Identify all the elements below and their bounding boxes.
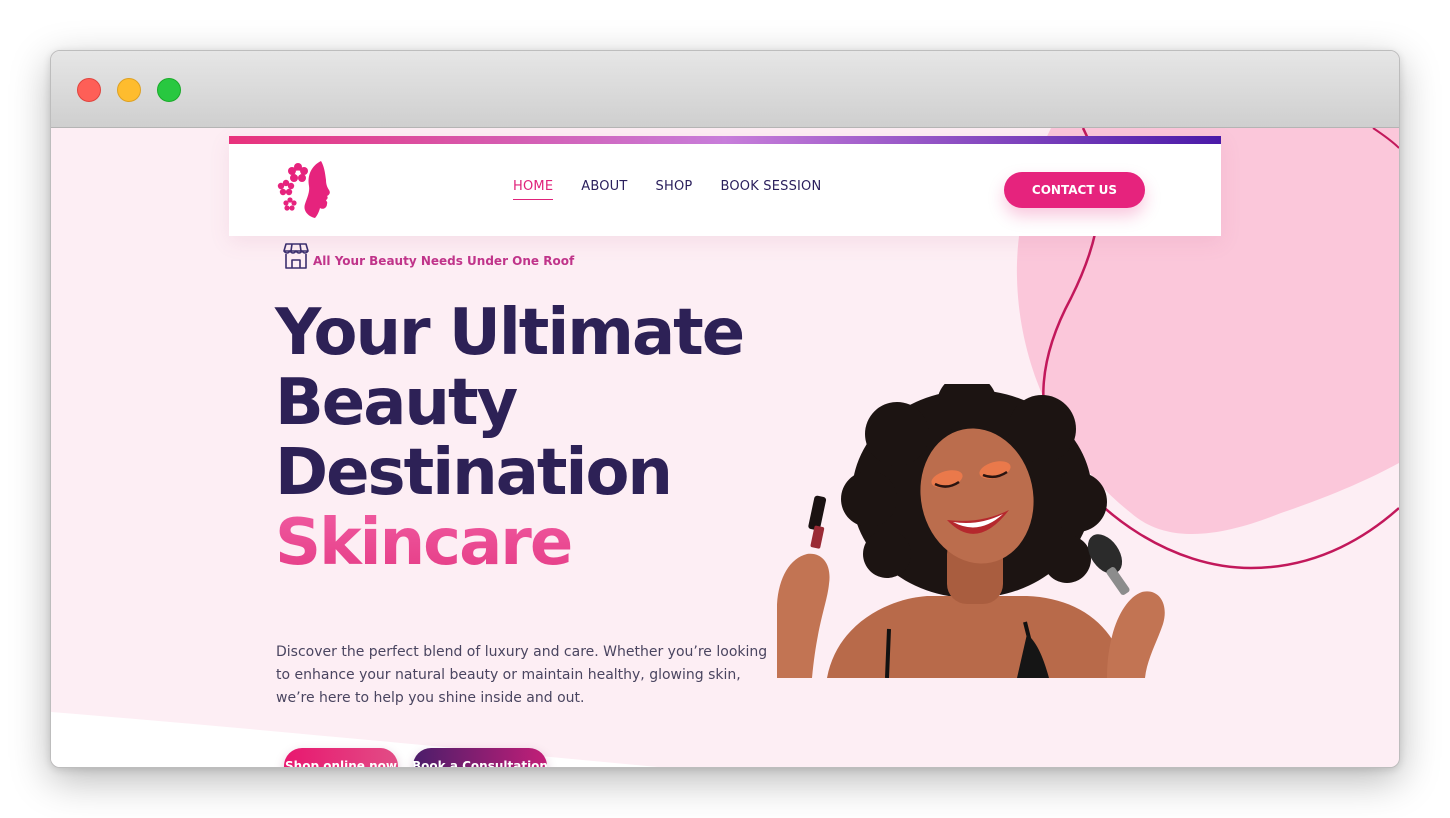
window-titlebar — [51, 51, 1399, 128]
flower-face-logo-icon[interactable] — [277, 158, 333, 220]
logo-face-profile — [304, 161, 330, 218]
logo-flower-middle — [277, 179, 295, 196]
browser-window: HOME ABOUT SHOP BOOK SESSION CONTACT US … — [50, 50, 1400, 768]
storefront-icon — [283, 243, 309, 269]
main-navigation: HOME ABOUT SHOP BOOK SESSION — [513, 179, 821, 200]
hero-description: Discover the perfect blend of luxury and… — [276, 644, 768, 706]
book-consultation-button[interactable]: Book a Consultation — [412, 748, 548, 767]
hero-tagline: All Your Beauty Needs Under One Roof — [283, 242, 574, 270]
woman-with-makeup-brushes-photo — [777, 384, 1165, 678]
contact-us-button[interactable]: CONTACT US — [1004, 172, 1145, 208]
hero-highlight-word: Skincare — [275, 508, 743, 578]
nav-link-shop[interactable]: SHOP — [656, 179, 693, 200]
photo-lip-gloss — [808, 495, 827, 531]
minimize-window-button[interactable] — [117, 78, 141, 102]
zoom-window-button[interactable] — [157, 78, 181, 102]
photo-torso — [827, 596, 1127, 678]
header-accent-bar — [229, 136, 1221, 144]
photo-left-hand — [777, 553, 830, 678]
nav-link-book-session[interactable]: BOOK SESSION — [720, 179, 821, 200]
photo-right-hand — [1107, 591, 1165, 678]
shop-online-button[interactable]: Shop online now — [284, 748, 398, 767]
nav-link-about[interactable]: ABOUT — [581, 179, 627, 200]
logo-flower-top — [288, 163, 308, 182]
site-header: HOME ABOUT SHOP BOOK SESSION CONTACT US — [229, 136, 1221, 236]
close-window-button[interactable] — [77, 78, 101, 102]
tagline-text: All Your Beauty Needs Under One Roof — [313, 254, 575, 268]
page-content: HOME ABOUT SHOP BOOK SESSION CONTACT US … — [51, 128, 1399, 767]
hero-title: Your Ultimate Beauty Destination Skincar… — [275, 296, 745, 578]
hero-title-line-2: Beauty — [275, 366, 518, 440]
hero-title-line-1: Your Ultimate — [275, 296, 745, 370]
nav-link-home[interactable]: HOME — [513, 179, 554, 200]
hero-title-line-3: Destination — [275, 436, 673, 510]
logo-flower-bottom — [283, 197, 297, 211]
